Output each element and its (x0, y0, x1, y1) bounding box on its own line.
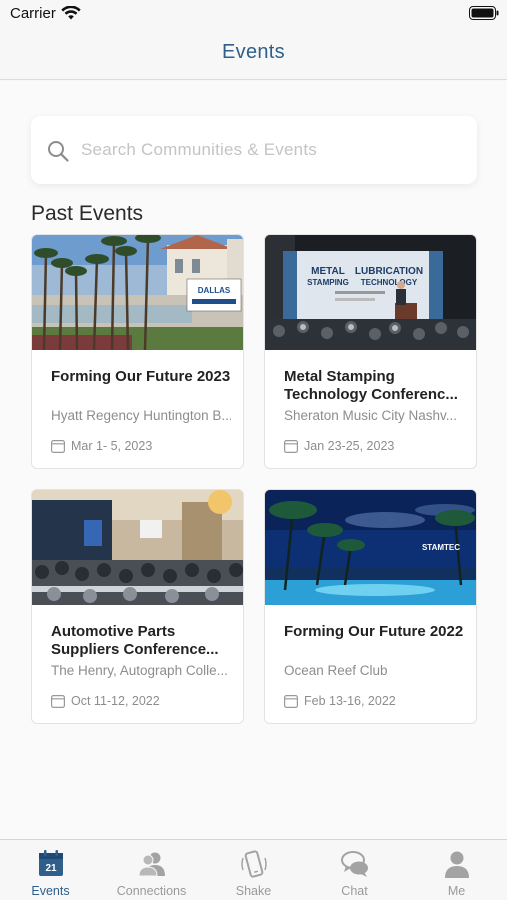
resort-fountain-palms-photo: DALLAS (32, 235, 243, 350)
calendar-icon (51, 440, 65, 453)
tab-events[interactable]: 21 Events (0, 840, 101, 900)
stamtec-logo: STAMTEC (422, 543, 460, 552)
calendar-icon (51, 695, 65, 708)
tab-shake[interactable]: Shake (203, 840, 304, 900)
calendar-icon (284, 440, 298, 453)
event-venue: The Henry, Autograph Colle... (51, 663, 228, 678)
tab-label: Events (31, 884, 70, 898)
banner-metal-text: METAL (311, 266, 345, 277)
event-venue: Sheraton Music City Nashv... (284, 408, 458, 423)
events-content: Search Communities & Events Past Events (0, 81, 507, 839)
search-input[interactable]: Search Communities & Events (31, 116, 477, 184)
event-title: Forming Our Future 2022 (284, 623, 464, 640)
calendar-icon: 21 (39, 850, 63, 876)
wifi-icon (61, 6, 81, 20)
navigation-bar: Events (0, 28, 507, 80)
people-icon (138, 852, 165, 877)
tab-connections[interactable]: Connections (101, 840, 202, 900)
section-title-past-events: Past Events (31, 202, 144, 225)
event-date: Oct 11-12, 2022 (71, 694, 160, 708)
tab-label: Chat (341, 884, 368, 898)
event-card[interactable]: Automotive Parts Suppliers Conference...… (31, 489, 244, 724)
tab-label: Connections (116, 884, 187, 898)
page-title: Events (222, 41, 285, 63)
conference-stage-photo: METAL STAMPING LUBRICATION TECHNOLOGY (265, 235, 476, 350)
event-title: Forming Our Future 2023 (51, 368, 231, 385)
event-card[interactable]: METAL STAMPING LUBRICATION TECHNOLOGY Me… (264, 234, 477, 469)
search-placeholder: Search Communities & Events (81, 140, 317, 159)
tab-label: Me (447, 884, 466, 898)
ballroom-audience-photo (32, 490, 243, 605)
search-icon (48, 141, 69, 162)
tab-chat[interactable]: Chat (304, 840, 405, 900)
status-bar: Carrier (0, 0, 507, 28)
banner-stamping-text: STAMPING (307, 278, 349, 287)
event-venue: Hyatt Regency Huntington B... (51, 408, 231, 423)
event-date: Jan 23-25, 2023 (304, 439, 395, 453)
banner-technology-text: TECHNOLOGY (361, 278, 418, 287)
person-icon (445, 851, 469, 878)
tab-me[interactable]: Me (406, 840, 507, 900)
night-pool-palms-photo: STAMTEC (265, 490, 476, 605)
event-card[interactable]: STAMTEC Forming Our Future 2022 Ocean Re… (264, 489, 477, 724)
event-date: Feb 13-16, 2022 (304, 694, 396, 708)
event-date: Mar 1- 5, 2023 (71, 439, 153, 453)
event-card[interactable]: DALLAS Forming Our Future 2023 Hyatt Reg… (31, 234, 244, 469)
tab-bar: 21 Events Connections Shake Chat Me (0, 839, 507, 900)
tab-label: Shake (235, 884, 272, 898)
event-title: Automotive Parts Suppliers Conference... (51, 623, 219, 658)
event-venue: Ocean Reef Club (284, 663, 388, 678)
event-title: Metal Stamping Technology Conferenc... (284, 368, 458, 403)
phone-shake-icon (241, 850, 267, 878)
battery-icon (469, 6, 499, 20)
chat-bubbles-icon (341, 851, 368, 877)
banner-lubrication-text: LUBRICATION (355, 266, 423, 277)
calendar-badge-number: 21 (45, 863, 57, 874)
carrier-label: Carrier (10, 5, 56, 22)
calendar-icon (284, 695, 298, 708)
dallas-logo: DALLAS (198, 286, 231, 295)
